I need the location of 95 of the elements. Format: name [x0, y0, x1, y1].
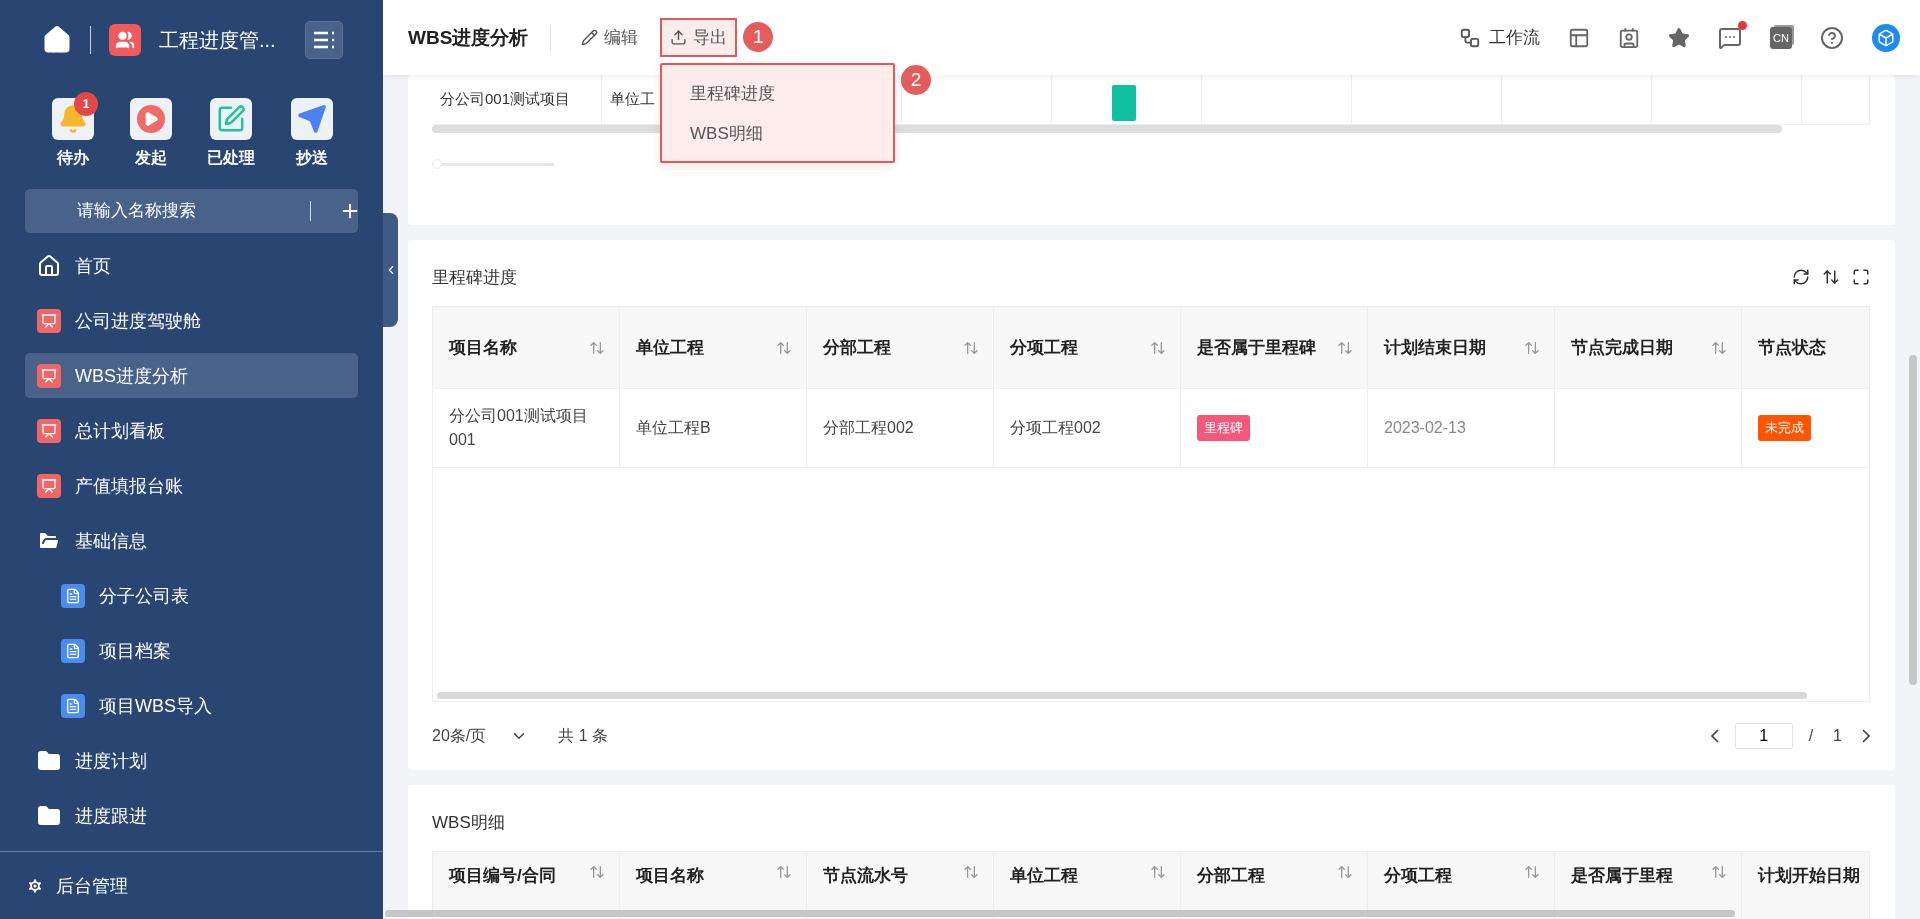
home-icon[interactable] [42, 25, 72, 55]
workflow-button[interactable]: 工作流 [1459, 26, 1540, 49]
document-icon [61, 693, 85, 718]
quick-action[interactable]: 抄送 [282, 92, 341, 169]
table-cell: 分公司001测试项目001 [433, 389, 620, 468]
sort-icon [1711, 864, 1727, 880]
collapse-handle[interactable] [383, 213, 398, 327]
presentation-icon [37, 308, 61, 333]
menu-item[interactable]: 里程碑进度 [662, 73, 893, 113]
sort-icon [776, 339, 792, 356]
sort-icon[interactable] [1822, 268, 1840, 286]
document-icon [61, 638, 85, 663]
section-title: WBS明细 [432, 811, 505, 834]
edit-button[interactable]: 编辑 [571, 18, 649, 57]
sort-icon [963, 864, 979, 880]
chevron-left-icon [1710, 729, 1719, 743]
app-title: 工程进度管... [159, 27, 277, 53]
play-icon [136, 105, 165, 133]
page-separator: / [1808, 727, 1814, 745]
table-cell: 2023-02-13 [1368, 389, 1555, 468]
section-title: 里程碑进度 [432, 266, 517, 289]
column-header[interactable]: 节点完成日期 [1555, 307, 1742, 389]
chevron-right-icon [1862, 729, 1870, 743]
column-header[interactable]: 计划结束日期 [1368, 307, 1555, 389]
callout-badge: 1 [743, 22, 774, 52]
pen-icon [216, 104, 247, 134]
sidebar-item[interactable]: 分子公司表 [25, 573, 358, 618]
zoom-slider[interactable] [432, 158, 557, 170]
column-header[interactable]: 是否属于里程碑 [1181, 307, 1368, 389]
column-header[interactable]: 分项工程 [994, 307, 1181, 389]
status-tag: 里程碑 [1197, 415, 1250, 441]
fullscreen-icon[interactable] [1852, 268, 1870, 286]
sort-icon [1150, 339, 1166, 356]
sort-icon [1337, 864, 1353, 880]
table-cell: 分公司001测试项目 [432, 75, 602, 124]
quick-action[interactable]: 发起 [121, 92, 180, 169]
sidebar-item[interactable]: 项目WBS导入 [25, 683, 358, 728]
menu-icon [313, 31, 335, 49]
status-tag: 未完成 [1758, 415, 1811, 441]
column-header[interactable]: 节点状态 [1742, 307, 1869, 389]
refresh-icon[interactable] [1792, 268, 1810, 286]
upload-icon [670, 29, 688, 46]
sort-icon [1524, 339, 1540, 356]
page-input[interactable]: 1 [1734, 723, 1793, 749]
sort-icon [776, 864, 792, 880]
column-header[interactable]: 分部工程 [807, 307, 994, 389]
page-count: 1 [1833, 727, 1842, 745]
sort-icon [1150, 864, 1166, 880]
column-header[interactable]: 计划开始日期 [1742, 852, 1869, 919]
column-header[interactable]: 项目名称 [433, 307, 620, 389]
language-button[interactable]: CN [1770, 26, 1792, 49]
search-bar[interactable]: 请输入名称搜索 [25, 189, 358, 233]
pencil-icon [581, 29, 599, 46]
sidebar-item[interactable]: 总计划看板 [25, 408, 358, 453]
home-icon [37, 253, 61, 278]
page-size-select[interactable]: 20条/页 [432, 725, 529, 747]
table-cell: 分项工程002 [994, 389, 1181, 468]
sidebar-item[interactable]: 后台管理 [0, 851, 383, 919]
presentation-icon [37, 418, 61, 443]
presentation-icon [37, 363, 61, 388]
gantt-bar [1112, 85, 1136, 121]
next-page-button[interactable] [1862, 729, 1870, 743]
sort-icon [589, 864, 605, 880]
column-header[interactable]: 单位工程 [620, 307, 807, 389]
team-icon [109, 24, 141, 56]
quick-action[interactable]: 已处理 [199, 92, 264, 169]
table-cell: 分部工程002 [807, 389, 994, 468]
sidebar-item[interactable]: 项目档案 [25, 628, 358, 673]
page-title: WBS进度分析 [408, 24, 552, 51]
total-count: 共 1 条 [558, 725, 609, 746]
sidebar-item[interactable]: 公司进度驾驶舱 [25, 298, 358, 343]
sidebar-item[interactable]: 产值填报台账 [25, 463, 358, 508]
paper-plane-icon [296, 104, 327, 134]
sidebar-item[interactable]: 首页 [25, 243, 358, 288]
sidebar-item[interactable]: 进度跟进 [25, 793, 358, 838]
document-icon [61, 583, 85, 608]
workflow-icon [1459, 26, 1481, 49]
table-cell: 单位工程B [620, 389, 807, 468]
count-badge: 1 [74, 92, 98, 116]
menu-button[interactable] [305, 21, 343, 59]
presentation-icon [37, 473, 61, 498]
sort-icon [1711, 339, 1727, 356]
menu-item[interactable]: WBS明细 [662, 113, 893, 153]
sidebar-item[interactable]: WBS进度分析 [25, 353, 358, 398]
sidebar-item[interactable]: 基础信息 [25, 518, 358, 563]
sort-icon [589, 339, 605, 356]
sort-icon [1337, 339, 1353, 356]
app-logo-icon[interactable] [1872, 23, 1900, 52]
sort-icon [963, 339, 979, 356]
quick-action[interactable]: 待办 1 [44, 92, 102, 169]
settings-icon [26, 876, 44, 895]
sort-icon [1524, 864, 1540, 880]
previous-page-button[interactable] [1710, 729, 1719, 743]
sidebar-item[interactable]: 进度计划 [25, 738, 358, 783]
search-field[interactable]: 请输入名称搜索 [75, 200, 300, 222]
